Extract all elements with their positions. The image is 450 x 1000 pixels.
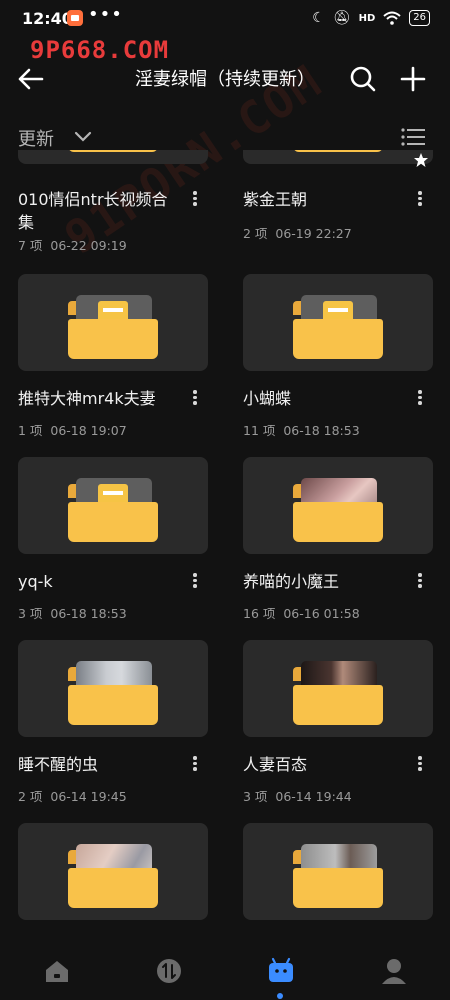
folder-grid: 010情侣ntr长视频合集 7 项 06-22 09:19 紫金王朝 2 项 0… [0,150,450,940]
drive-icon [269,957,293,982]
folder-thumbnail [18,823,208,920]
transfer-icon [157,959,181,983]
folder-meta: 7 项 06-22 09:19 [18,235,127,254]
moon-icon: ☾ [312,10,325,26]
folder-name: 人妻百态 [243,755,308,774]
nav-drive[interactable] [266,956,296,986]
folder-date: 06-14 19:44 [275,789,352,804]
search-icon [350,66,376,92]
more-options-icon[interactable] [188,571,202,591]
status-icons: ☾ 🔕︎ HD 26 [312,10,430,26]
folder-meta: 2 项 06-14 19:45 [18,786,127,805]
folder-name: 睡不醒的虫 [18,755,99,774]
nav-transfer[interactable] [154,956,184,986]
folder-count: 16 项 [243,606,276,621]
folder-icon [293,478,383,542]
folder-count: 3 项 [243,789,268,804]
folder-name: 推特大神mr4k夫妻 [18,389,156,408]
battery-icon: 26 [409,10,430,26]
profile-icon [382,959,406,984]
folder-icon [68,844,158,908]
folder-name: 小蝴蝶 [243,389,292,408]
folder-date: 06-18 19:07 [50,423,127,438]
more-options-icon[interactable] [188,754,202,774]
wifi-icon [383,11,401,25]
folder-thumbnail [18,150,208,164]
search-button[interactable] [344,60,382,98]
folder-count: 7 项 [18,238,43,253]
app-header: 淫妻绿帽（持续更新） [0,50,450,106]
page-title: 淫妻绿帽（持续更新） [135,69,315,90]
bottom-nav [0,940,450,1000]
folder-meta: 16 项 06-16 01:58 [243,603,360,622]
folder-meta: 3 项 06-18 18:53 [18,603,127,622]
folder-meta: 2 项 06-19 22:27 [243,223,352,242]
folder-thumbnail [18,457,208,554]
mute-icon: 🔕︎ [332,10,351,26]
star-icon [414,153,428,167]
sort-dropdown[interactable]: 更新 [18,125,54,151]
folder-icon [68,295,158,359]
folder-count: 2 项 [243,226,268,241]
folder-icon [68,150,158,152]
folder-name: 010情侣ntr长视频合集 [18,190,168,232]
folder-name: 养喵的小魔王 [243,572,340,591]
folder-icon [68,661,158,725]
more-options-icon[interactable] [188,388,202,408]
list-view-icon[interactable] [400,126,426,148]
folder-date: 06-14 19:45 [50,789,127,804]
folder-date: 06-16 01:58 [283,606,360,621]
folder-count: 3 项 [18,606,43,621]
status-time: 12:40 [22,9,73,28]
folder-thumbnail [243,457,433,554]
folder-meta: 11 项 06-18 18:53 [243,420,360,439]
signal-icon: HD [358,12,376,24]
folder-meta: 1 项 06-18 19:07 [18,420,127,439]
add-button[interactable] [394,60,432,98]
folder-date: 06-18 18:53 [50,606,127,621]
folder-date: 06-19 22:27 [275,226,352,241]
home-icon [46,961,68,982]
folder-thumbnail [243,274,433,371]
folder-icon [293,661,383,725]
folder-name: 紫金王朝 [243,190,308,209]
more-options-icon[interactable] [413,571,427,591]
more-options-icon[interactable] [413,189,427,209]
folder-count: 11 项 [243,423,276,438]
folder-icon [68,478,158,542]
folder-icon [293,844,383,908]
folder-name: yq-k [18,572,53,591]
folder-thumbnail [243,823,433,920]
nav-profile[interactable] [379,956,409,986]
folder-meta: 3 项 06-14 19:44 [243,786,352,805]
folder-thumbnail [243,640,433,737]
more-options-icon[interactable] [413,388,427,408]
folder-icon [293,295,383,359]
folder-thumbnail [18,640,208,737]
folder-date: 06-22 09:19 [50,238,127,253]
more-options-icon[interactable] [188,189,202,209]
folder-count: 1 项 [18,423,43,438]
more-options-icon[interactable] [413,754,427,774]
notification-dots-icon: ••• [88,4,123,25]
folder-icon [293,150,383,152]
screen-record-icon [67,10,83,26]
folder-thumbnail [18,274,208,371]
folder-count: 2 项 [18,789,43,804]
active-tab-indicator [277,993,283,999]
nav-home[interactable] [42,956,72,986]
status-bar: 12:40 ••• ☾ 🔕︎ HD 26 [0,0,450,38]
folder-thumbnail [243,150,433,164]
folder-date: 06-18 18:53 [283,423,360,438]
chevron-down-icon[interactable] [72,125,94,147]
plus-icon [400,66,426,92]
